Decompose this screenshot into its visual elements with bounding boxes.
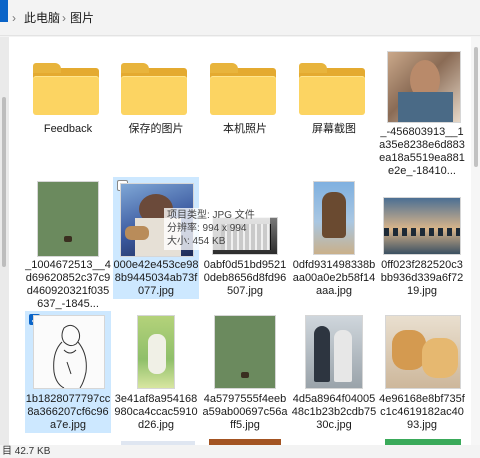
line-drawing-icon xyxy=(53,324,87,388)
image-thumbnail-partial xyxy=(385,439,461,445)
item-label: 0ff023f282520c3bb936d339a6f7219.jpg xyxy=(380,259,464,297)
image-thumbnail xyxy=(385,315,461,389)
image-thumbnail xyxy=(214,315,276,389)
folder-icon xyxy=(121,63,187,115)
image-thumbnail xyxy=(383,197,461,255)
breadcrumb-chevron-icon[interactable]: › xyxy=(62,7,66,29)
folder-icon xyxy=(33,63,99,115)
image-item[interactable]: _1004672513__4d69620852c37c9d460920321f0… xyxy=(25,177,111,310)
item-label: 本机照片 xyxy=(223,123,267,135)
item-label: Feedback xyxy=(43,123,93,135)
image-item[interactable]: 0dfd931498338baa00a0e2b58f14aaa.jpg xyxy=(291,177,377,302)
status-text: 目 42.7 KB xyxy=(2,446,51,457)
image-item[interactable]: 4a5797555f4eeba59ab00697c56aff5.jpg xyxy=(202,311,288,436)
image-item[interactable]: 0ff023f282520c3bb936d339a6f7219.jpg xyxy=(379,177,465,302)
image-thumbnail xyxy=(387,51,461,123)
item-label: 1b1828077797cc8a366207cf6c96a7e.jpg xyxy=(25,393,111,431)
item-label: 4e96168e8bf735fc1c4619182ac4093.jpg xyxy=(379,393,465,431)
image-item-selected[interactable]: ✓ 1b1828077797cc8a366207cf6c96a7e.jpg xyxy=(25,311,111,433)
navigation-pane-scrollbar[interactable] xyxy=(2,97,6,267)
navigation-pane-edge xyxy=(0,0,8,22)
vertical-scrollbar[interactable] xyxy=(471,37,480,445)
item-label: 4d5a8964f0400548c1b23b2cdb7530c.jpg xyxy=(291,393,377,431)
item-label: 000e42e453ce988b9445034ab73f077.jpg xyxy=(113,259,199,297)
image-item[interactable]: 3e41af8a954168980ca4ccac5910d26.jpg xyxy=(113,311,199,436)
status-bar: 目 42.7 KB xyxy=(0,446,480,458)
folder-screenshots[interactable]: 屏幕截图 xyxy=(291,47,377,147)
navigation-pane[interactable] xyxy=(0,37,9,445)
item-label: 4a5797555f4eeba59ab00697c56aff5.jpg xyxy=(202,393,288,431)
tooltip-item-type: 项目类型: JPG 文件 xyxy=(167,210,255,221)
image-thumbnail xyxy=(305,315,363,389)
folder-local-photos[interactable]: 本机照片 xyxy=(202,47,288,147)
item-label: 屏幕截图 xyxy=(312,123,356,135)
breadcrumb-this-pc[interactable]: 此电脑 xyxy=(24,7,60,29)
item-label: 0dfd931498338baa00a0e2b58f14aaa.jpg xyxy=(292,259,376,297)
folder-icon xyxy=(210,63,276,115)
image-thumbnail xyxy=(37,181,99,257)
file-info-tooltip: 项目类型: JPG 文件 分辨率: 994 x 994 大小: 454 KB xyxy=(164,208,270,250)
image-thumbnail xyxy=(313,181,355,255)
address-bar[interactable]: › 此电脑 › 图片 xyxy=(0,0,480,36)
breadcrumb-chevron-icon[interactable]: › xyxy=(12,7,16,29)
item-label: 保存的图片 xyxy=(128,123,184,135)
image-thumbnail-partial xyxy=(209,439,281,445)
file-list[interactable]: Feedback 保存的图片 本机照片 屏幕截图 _-456803913__1a… xyxy=(9,37,471,445)
tooltip-resolution: 分辨率: 994 x 994 xyxy=(167,223,247,234)
scrollbar-thumb[interactable] xyxy=(474,47,478,167)
item-label: 0abf0d51bd95210deb8656d8fd96507.jpg xyxy=(203,259,287,297)
image-item[interactable]: 4e96168e8bf735fc1c4619182ac4093.jpg xyxy=(379,311,465,436)
item-label: _-456803913__1a35e8238e6d883ea18a5519ea8… xyxy=(379,126,465,177)
folder-icon xyxy=(299,63,365,115)
breadcrumb-pictures[interactable]: 图片 xyxy=(70,7,94,29)
image-item[interactable]: 4d5a8964f0400548c1b23b2cdb7530c.jpg xyxy=(291,311,377,436)
folder-feedback[interactable]: Feedback xyxy=(25,47,111,147)
image-item[interactable]: _-456803913__1a35e8238e6d883ea18a5519ea8… xyxy=(379,47,465,182)
folder-saved-pictures[interactable]: 保存的图片 xyxy=(113,47,199,147)
tooltip-size: 大小: 454 KB xyxy=(167,236,226,247)
image-thumbnail xyxy=(137,315,175,389)
item-label: 3e41af8a954168980ca4ccac5910d26.jpg xyxy=(114,393,198,431)
item-label: _1004672513__4d69620852c37c9d460920321f0… xyxy=(25,259,111,310)
image-thumbnail-partial xyxy=(121,441,195,445)
image-thumbnail xyxy=(33,315,105,389)
